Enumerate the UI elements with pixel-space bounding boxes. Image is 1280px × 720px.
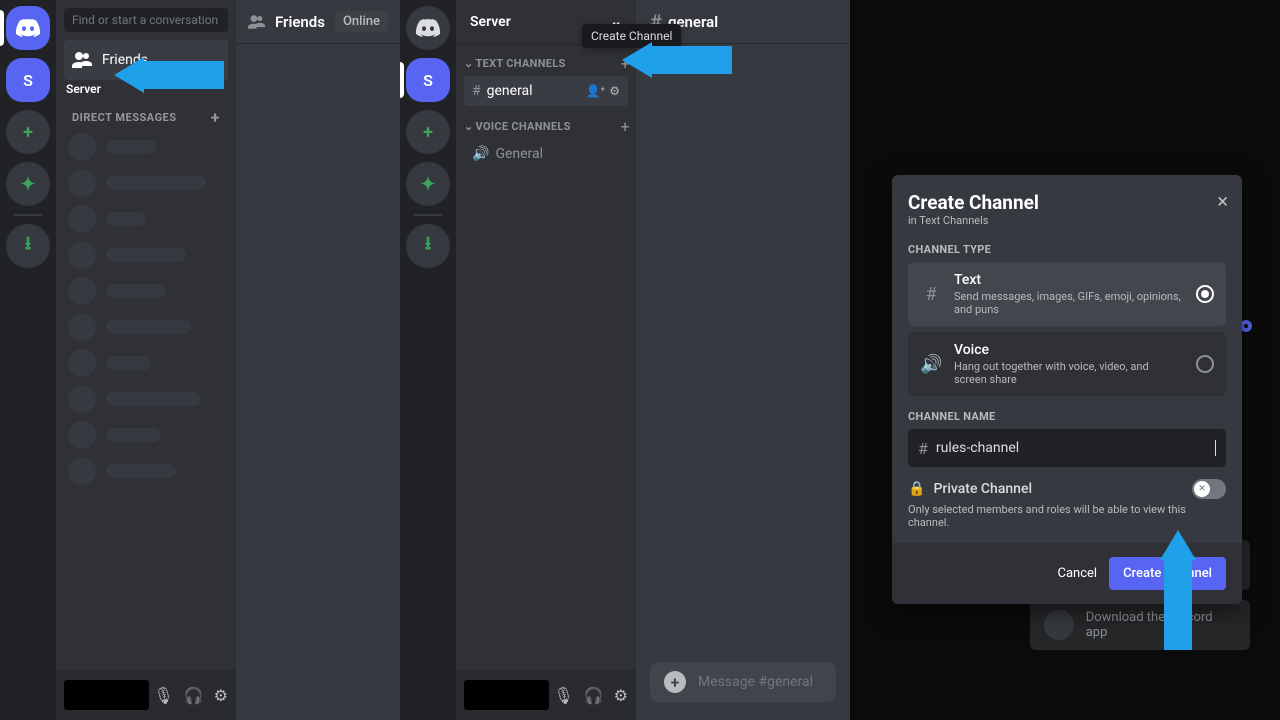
text-channels-header[interactable]: ⌄ TEXT CHANNELS + bbox=[456, 44, 636, 75]
friends-icon bbox=[72, 52, 92, 68]
hash-icon: # bbox=[920, 284, 942, 305]
channel-name-input-wrapper: # bbox=[908, 429, 1226, 467]
download-icon bbox=[1044, 610, 1074, 640]
text-channel-general[interactable]: # general 👤⁺ ⚙ bbox=[464, 76, 628, 106]
add-attachment-button[interactable]: + bbox=[664, 671, 686, 693]
add-dm-button[interactable]: + bbox=[211, 108, 220, 127]
cancel-button[interactable]: Cancel bbox=[1057, 566, 1097, 581]
user-panel: 🎙︎ 🎧 ⚙ bbox=[456, 670, 636, 720]
server-name: Server bbox=[470, 14, 511, 30]
user-avatar[interactable] bbox=[64, 680, 149, 710]
speaker-icon: 🔊 bbox=[472, 146, 489, 162]
channel-type-label: CHANNEL TYPE bbox=[892, 235, 1242, 262]
create-voice-channel-button[interactable]: + bbox=[621, 117, 630, 136]
radio-unselected-icon bbox=[1196, 355, 1214, 373]
channel-name-input[interactable] bbox=[936, 440, 1207, 456]
dm-section-header: DIRECT MESSAGES + bbox=[56, 98, 236, 129]
modal-title: Create Channel bbox=[908, 191, 1226, 214]
plus-icon: + bbox=[423, 122, 433, 143]
plus-icon: + bbox=[23, 122, 33, 143]
channel-name-label: CHANNEL NAME bbox=[892, 402, 1242, 429]
discord-home-button[interactable] bbox=[6, 6, 50, 50]
annotation-arrow-create-button bbox=[1160, 530, 1196, 650]
message-placeholder: Message #general bbox=[698, 674, 813, 690]
invite-icon[interactable]: 👤⁺ bbox=[585, 84, 605, 98]
close-icon[interactable]: × bbox=[1217, 189, 1228, 213]
download-button[interactable]: ⭳ bbox=[6, 224, 50, 268]
user-avatar[interactable] bbox=[464, 680, 549, 710]
mute-icon[interactable]: 🎙︎ bbox=[153, 686, 173, 705]
modal-subtitle: in Text Channels bbox=[908, 214, 1226, 227]
hash-icon: # bbox=[472, 83, 481, 99]
compass-icon: ✦ bbox=[420, 174, 435, 195]
friends-top-bar: Friends Online bbox=[236, 0, 400, 44]
speaker-icon: 🔊 bbox=[920, 354, 942, 375]
private-toggle[interactable] bbox=[1192, 479, 1226, 499]
private-channel-row: 🔒 Private Channel bbox=[908, 479, 1226, 499]
server-initial: S bbox=[23, 71, 33, 90]
compass-icon: ✦ bbox=[20, 174, 35, 195]
server-button[interactable]: S bbox=[406, 58, 450, 102]
discord-logo-icon bbox=[16, 19, 40, 37]
radio-selected-icon bbox=[1196, 285, 1214, 303]
server-button[interactable]: S bbox=[6, 58, 50, 102]
server-initial: S bbox=[423, 71, 433, 90]
explore-button[interactable]: ✦ bbox=[406, 162, 450, 206]
friends-title: Friends bbox=[275, 13, 325, 31]
download-icon: ⭳ bbox=[425, 231, 431, 261]
settings-icon[interactable]: ⚙ bbox=[614, 686, 628, 705]
private-description: Only selected members and roles will be … bbox=[908, 503, 1226, 529]
dm-search-input[interactable]: Find or start a conversation bbox=[64, 8, 228, 32]
explore-button[interactable]: ✦ bbox=[6, 162, 50, 206]
online-tab[interactable]: Online bbox=[335, 11, 388, 32]
annotation-arrow-create-channel bbox=[622, 42, 732, 78]
user-panel: 🎙︎ 🎧 ⚙ bbox=[56, 670, 236, 720]
radio-voice-channel[interactable]: 🔊 Voice Hang out together with voice, vi… bbox=[908, 332, 1226, 396]
settings-icon[interactable]: ⚙ bbox=[214, 686, 228, 705]
radio-text-channel[interactable]: # Text Send messages, images, GIFs, emoj… bbox=[908, 262, 1226, 326]
add-server-button[interactable]: + bbox=[6, 110, 50, 154]
friends-icon bbox=[248, 13, 265, 31]
annotation-arrow-server bbox=[114, 57, 224, 93]
voice-channel-general[interactable]: 🔊 General bbox=[464, 139, 628, 169]
deafen-icon[interactable]: 🎧 bbox=[184, 686, 204, 705]
discord-logo-icon bbox=[416, 19, 440, 37]
suggestion-download[interactable]: Download the Discord app bbox=[1030, 600, 1250, 650]
download-button[interactable]: ⭳ bbox=[406, 224, 450, 268]
discord-home-button[interactable] bbox=[406, 6, 450, 50]
voice-channels-header[interactable]: ⌄ VOICE CHANNELS + bbox=[456, 107, 636, 138]
message-input[interactable]: + Message #general bbox=[650, 662, 836, 702]
server-label: Server bbox=[66, 82, 101, 96]
deafen-icon[interactable]: 🎧 bbox=[584, 686, 604, 705]
gear-icon[interactable]: ⚙ bbox=[609, 84, 620, 98]
mute-icon[interactable]: 🎙︎ bbox=[553, 686, 573, 705]
download-icon: ⭳ bbox=[25, 231, 31, 261]
lock-icon: 🔒 bbox=[908, 481, 925, 497]
hash-icon: # bbox=[918, 439, 928, 458]
add-server-button[interactable]: + bbox=[406, 110, 450, 154]
